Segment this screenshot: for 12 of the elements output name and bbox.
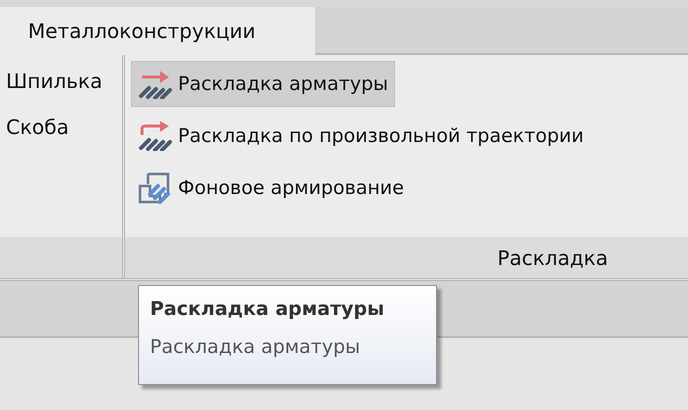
rebar-curve-icon <box>138 121 172 151</box>
reinforcement-area-icon <box>138 172 172 204</box>
ribbon-button[interactable]: Раскладка по произвольной траектории <box>131 113 591 159</box>
ribbon-button[interactable]: Фоновое армирование <box>131 165 411 211</box>
rebar-arrow-icon <box>138 69 172 99</box>
tooltip-title: Раскладка арматуры <box>150 298 386 320</box>
tooltip-description: Раскладка арматуры <box>150 336 362 358</box>
ribbon-button[interactable]: Скоба <box>6 115 69 139</box>
ribbon-tab[interactable]: Металлоконструкции <box>0 7 315 55</box>
ribbon-button[interactable]: Шпилька <box>6 69 102 93</box>
ribbon-button[interactable]: Раскладка арматуры <box>131 61 396 107</box>
group-label: Раскладка <box>497 246 608 270</box>
